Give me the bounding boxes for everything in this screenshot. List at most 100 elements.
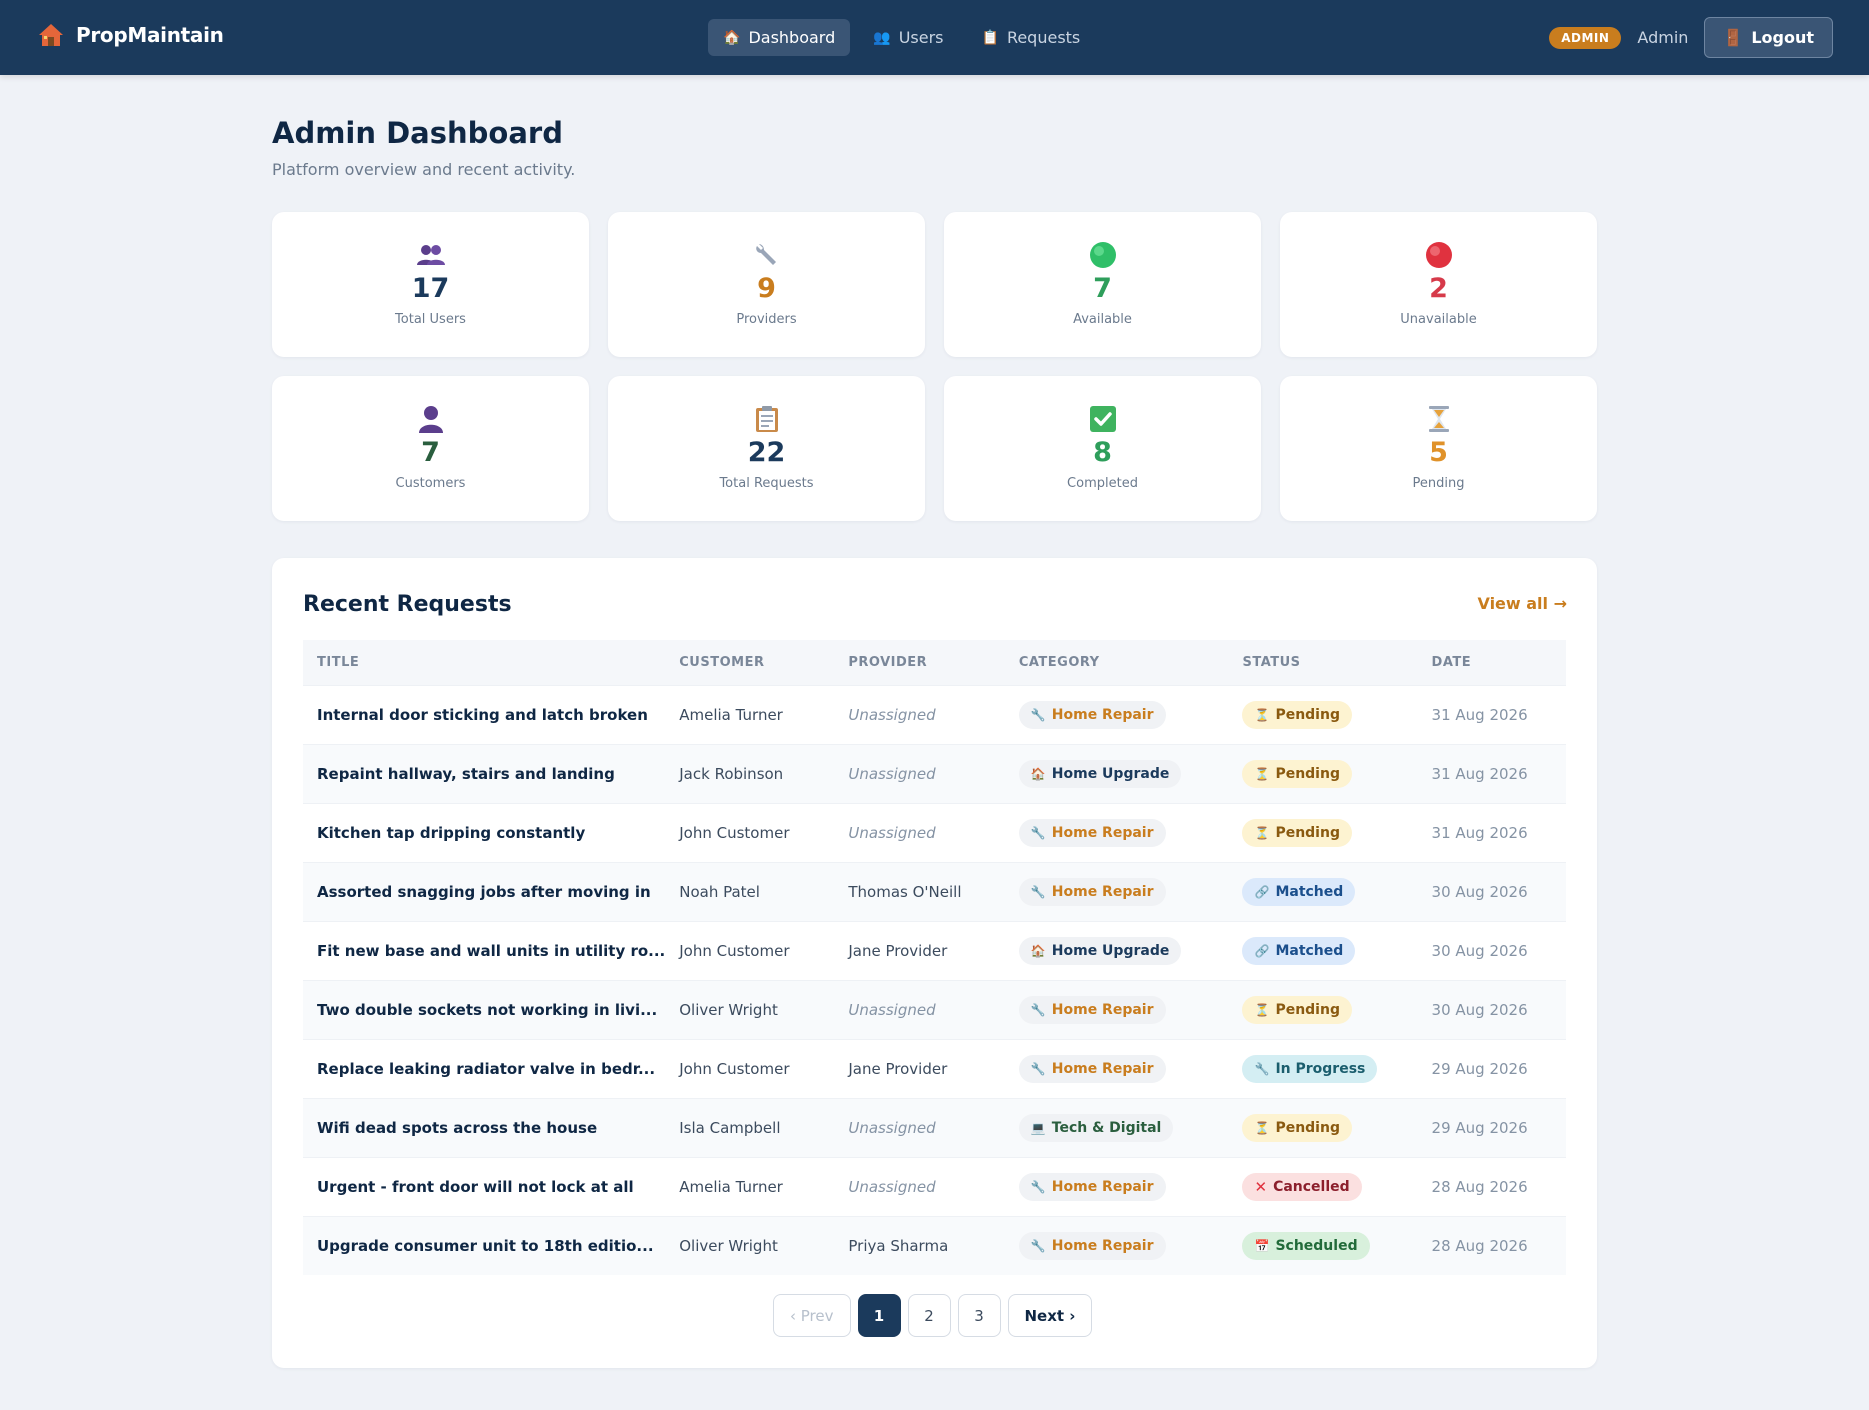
laptop-icon: 💻 bbox=[1030, 1120, 1046, 1135]
stat-card-customers: 7 Customers bbox=[272, 376, 589, 521]
house-icon: 🏠 bbox=[1030, 943, 1046, 958]
wrench-icon: 🔧 bbox=[1030, 1238, 1046, 1253]
table-row[interactable]: Two double sockets not working in livi..… bbox=[303, 979, 1566, 1039]
hourglass-icon: ⏳ bbox=[1254, 766, 1270, 781]
red-circle-icon bbox=[1425, 240, 1453, 270]
category-chip: 🔧 Home Repair bbox=[1018, 1172, 1166, 1201]
category-cell: 🔧 Home Repair bbox=[1004, 802, 1229, 862]
panel-title: Recent Requests bbox=[303, 592, 512, 617]
nav-item-dashboard[interactable]: 🏠 Dashboard bbox=[708, 19, 851, 56]
table-row[interactable]: Wifi dead spots across the house Isla Ca… bbox=[303, 1097, 1566, 1157]
date-cell: 30 Aug 2026 bbox=[1417, 979, 1566, 1039]
category-cell: 🏠 Home Upgrade bbox=[1004, 920, 1229, 980]
category-cell: 🔧 Home Repair bbox=[1004, 684, 1229, 744]
status-cell: ⏳ Pending bbox=[1228, 743, 1418, 803]
request-title[interactable]: Wifi dead spots across the house bbox=[303, 1097, 666, 1157]
top-navbar: PropMaintain 🏠 Dashboard 👥 Users 📋 Reque… bbox=[0, 0, 1869, 75]
stat-value: 7 bbox=[1093, 273, 1112, 304]
brand-name: PropMaintain bbox=[76, 23, 224, 47]
table-row[interactable]: Upgrade consumer unit to 18th editio... … bbox=[303, 1215, 1566, 1275]
category-cell: 🏠 Home Upgrade bbox=[1004, 743, 1229, 803]
cross-icon: ✕ bbox=[1254, 1177, 1268, 1196]
status-cell: 🔗 Matched bbox=[1228, 920, 1418, 980]
category-cell: 🔧 Home Repair bbox=[1004, 979, 1229, 1039]
green-circle-icon bbox=[1089, 240, 1117, 270]
column-header[interactable]: DATE bbox=[1417, 640, 1566, 685]
stat-card-total-requests: 22 Total Requests bbox=[608, 376, 925, 521]
clipboard-icon bbox=[755, 404, 779, 434]
table-row[interactable]: Repaint hallway, stairs and landing Jack… bbox=[303, 743, 1566, 803]
customer-cell: Noah Patel bbox=[665, 861, 835, 921]
request-title[interactable]: Kitchen tap dripping constantly bbox=[303, 802, 666, 862]
column-header[interactable]: STATUS bbox=[1228, 640, 1418, 685]
category-cell: 🔧 Home Repair bbox=[1004, 1038, 1229, 1098]
category-label: Home Repair bbox=[1051, 824, 1154, 841]
column-header[interactable]: CATEGORY bbox=[1004, 640, 1229, 685]
column-header[interactable]: CUSTOMER bbox=[665, 640, 835, 685]
provider-cell: Unassigned bbox=[834, 802, 1005, 862]
page-button-2[interactable]: 2 bbox=[907, 1294, 951, 1337]
column-header[interactable]: TITLE bbox=[303, 640, 666, 685]
date-cell: 29 Aug 2026 bbox=[1417, 1097, 1566, 1157]
next-page-button[interactable]: Next › bbox=[1007, 1294, 1093, 1337]
logout-button[interactable]: 🚪 Logout bbox=[1704, 17, 1833, 58]
stat-label: Providers bbox=[736, 312, 797, 327]
status-label: Pending bbox=[1275, 1001, 1340, 1018]
table-row[interactable]: Assorted snagging jobs after moving in N… bbox=[303, 861, 1566, 921]
status-cell: ⏳ Pending bbox=[1228, 979, 1418, 1039]
category-chip: 🔧 Home Repair bbox=[1018, 995, 1166, 1024]
view-all-link[interactable]: View all → bbox=[1477, 594, 1567, 613]
status-label: Scheduled bbox=[1275, 1237, 1358, 1254]
wrench-icon: 🔧 bbox=[1030, 1061, 1046, 1076]
request-title[interactable]: Fit new base and wall units in utility r… bbox=[303, 920, 666, 980]
nav-user-area: ADMIN Admin 🚪 Logout bbox=[1549, 17, 1833, 58]
house-icon bbox=[39, 24, 63, 46]
stat-value: 2 bbox=[1429, 273, 1448, 304]
hourglass-icon: ⏳ bbox=[1254, 1120, 1270, 1135]
status-label: Pending bbox=[1275, 824, 1340, 841]
status-badge: 🔗 Matched bbox=[1242, 877, 1356, 906]
brand[interactable]: PropMaintain bbox=[38, 22, 224, 48]
request-title[interactable]: Upgrade consumer unit to 18th editio... bbox=[303, 1215, 666, 1275]
wrench-icon: 🔧 bbox=[1030, 1002, 1046, 1017]
recent-requests-panel: Recent Requests View all → TITLE CUSTOME… bbox=[272, 558, 1597, 1368]
link-icon: 🔗 bbox=[1254, 884, 1270, 899]
status-badge: ⏳ Pending bbox=[1242, 995, 1352, 1024]
request-title[interactable]: Assorted snagging jobs after moving in bbox=[303, 861, 666, 921]
request-title[interactable]: Repaint hallway, stairs and landing bbox=[303, 743, 666, 803]
request-title[interactable]: Two double sockets not working in livi..… bbox=[303, 979, 666, 1039]
prev-page-button[interactable]: ‹ Prev bbox=[773, 1294, 851, 1337]
stat-value: 22 bbox=[747, 437, 786, 468]
category-cell: 💻 Tech & Digital bbox=[1004, 1097, 1229, 1157]
category-label: Home Upgrade bbox=[1051, 942, 1170, 959]
page-button-1[interactable]: 1 bbox=[857, 1294, 901, 1337]
stat-card-providers: 9 Providers bbox=[608, 212, 925, 357]
nav-item-requests[interactable]: 📋 Requests bbox=[967, 19, 1096, 56]
nav-item-users[interactable]: 👥 Users bbox=[858, 19, 958, 56]
users-icon bbox=[416, 240, 446, 270]
stats-grid: 17 Total Users 9 Providers 7 Available 2… bbox=[272, 212, 1597, 521]
request-title[interactable]: Replace leaking radiator valve in bedr..… bbox=[303, 1038, 666, 1098]
category-label: Tech & Digital bbox=[1051, 1119, 1162, 1136]
table-row[interactable]: Kitchen tap dripping constantly John Cus… bbox=[303, 802, 1566, 862]
date-cell: 28 Aug 2026 bbox=[1417, 1156, 1566, 1216]
stat-value: 5 bbox=[1429, 437, 1448, 468]
category-chip: 🔧 Home Repair bbox=[1018, 1054, 1166, 1083]
customer-cell: Amelia Turner bbox=[665, 1156, 835, 1216]
column-header[interactable]: PROVIDER bbox=[834, 640, 1005, 685]
house-icon: 🏠 bbox=[723, 29, 741, 46]
wrench-icon: 🔧 bbox=[1030, 884, 1046, 899]
table-row[interactable]: Internal door sticking and latch broken … bbox=[303, 684, 1566, 744]
request-title[interactable]: Urgent - front door will not lock at all bbox=[303, 1156, 666, 1216]
page-button-3[interactable]: 3 bbox=[957, 1294, 1001, 1337]
status-cell: ⏳ Pending bbox=[1228, 1097, 1418, 1157]
table-row[interactable]: Replace leaking radiator valve in bedr..… bbox=[303, 1038, 1566, 1098]
requests-table: TITLE CUSTOMER PROVIDER CATEGORY STATUS … bbox=[303, 640, 1566, 1275]
user-name: Admin bbox=[1637, 28, 1689, 47]
table-row[interactable]: Urgent - front door will not lock at all… bbox=[303, 1156, 1566, 1216]
status-cell: 🔗 Matched bbox=[1228, 861, 1418, 921]
table-row[interactable]: Fit new base and wall units in utility r… bbox=[303, 920, 1566, 980]
calendar-icon: 📅 bbox=[1254, 1238, 1270, 1253]
stat-card-unavailable: 2 Unavailable bbox=[1280, 212, 1597, 357]
request-title[interactable]: Internal door sticking and latch broken bbox=[303, 684, 666, 744]
